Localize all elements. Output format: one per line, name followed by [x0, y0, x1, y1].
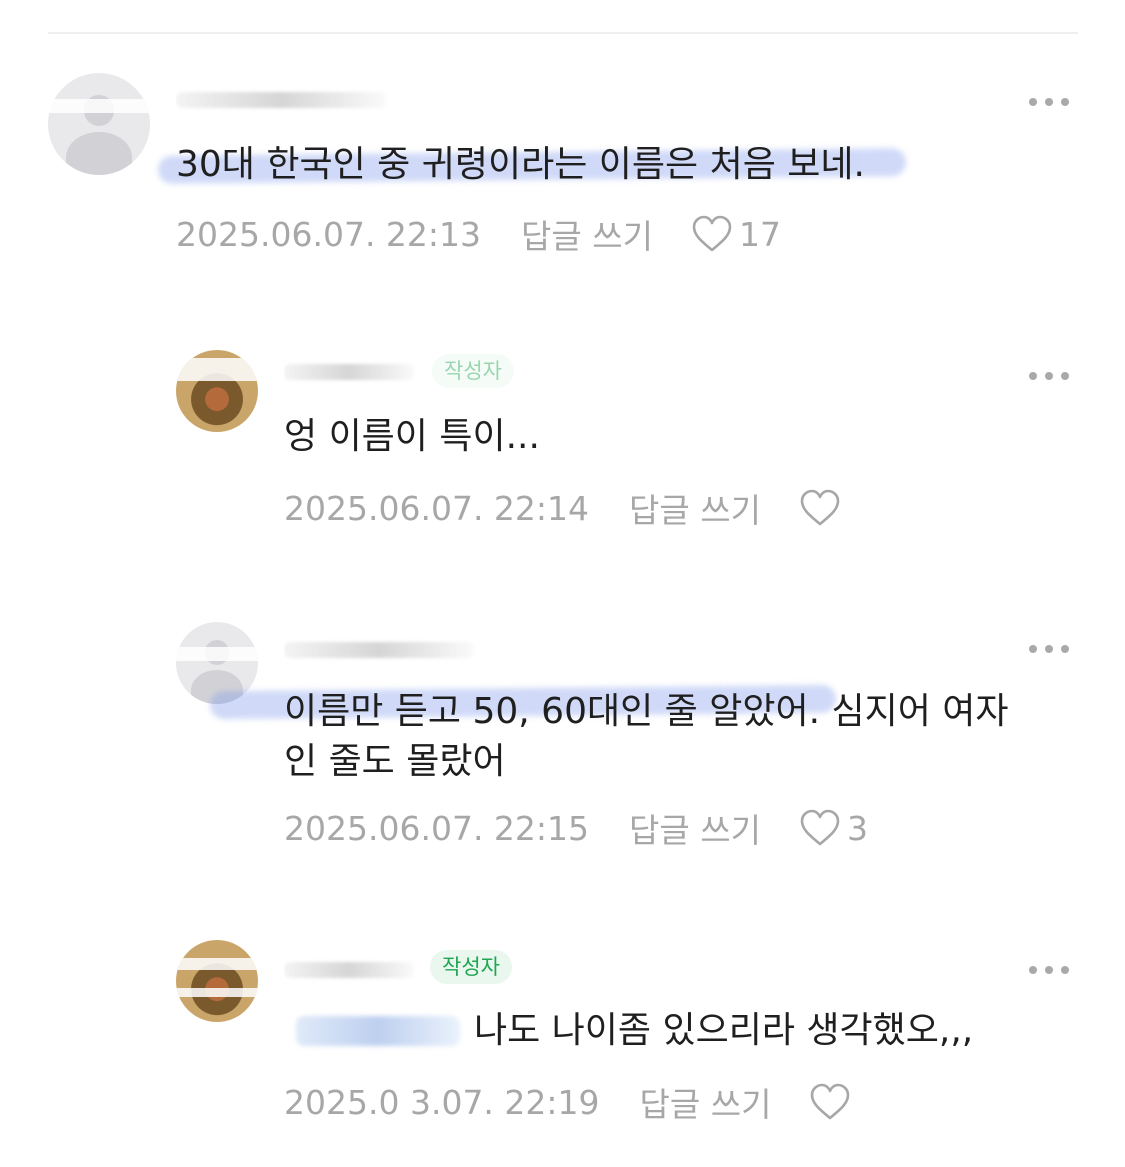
- reply-button[interactable]: 답글 쓰기: [629, 804, 761, 852]
- comment-text: 엉 이름이 특이...: [284, 416, 540, 457]
- mention-tag-redacted[interactable]: [296, 1016, 460, 1046]
- author-badge: 작성자: [430, 950, 512, 984]
- comment-text: 이름만 듣고 50, 60대인 줄 알았어. 심지어 여자: [284, 691, 1009, 732]
- like-count: 3: [846, 808, 868, 848]
- top-divider: [48, 32, 1078, 34]
- more-horizontal-icon[interactable]: [1029, 643, 1069, 655]
- comment-date: 2025.06.07. 22:14: [284, 488, 590, 528]
- comment-meta: 2025.06.07. 22:14 답글 쓰기: [284, 486, 847, 530]
- comment-date: 2025.0 3.07. 22:19: [284, 1082, 600, 1122]
- comment-meta: 2025.0 3.07. 22:19 답글 쓰기: [284, 1080, 857, 1124]
- reply-button[interactable]: 답글 쓰기: [521, 210, 653, 258]
- avatar[interactable]: [176, 940, 258, 1022]
- comment-date: 2025.06.07. 22:15: [284, 808, 590, 848]
- more-horizontal-icon[interactable]: [1029, 96, 1069, 108]
- like-count: 17: [738, 214, 781, 254]
- author-badge: 작성자: [432, 354, 514, 388]
- comment-date: 2025.06.07. 22:13: [176, 214, 482, 254]
- more-horizontal-icon[interactable]: [1029, 964, 1069, 976]
- reply-button[interactable]: 답글 쓰기: [629, 484, 761, 532]
- nickname-redacted[interactable]: [176, 84, 406, 114]
- avatar[interactable]: [176, 350, 258, 432]
- comment-text: 30대 한국인 중 귀령이라는 이름은 처음 보네.: [176, 144, 865, 185]
- heart-outline-icon[interactable]: [799, 489, 841, 527]
- heart-outline-icon[interactable]: [799, 809, 841, 847]
- avatar[interactable]: [48, 73, 150, 175]
- comment-meta: 2025.06.07. 22:15 답글 쓰기 3: [284, 804, 868, 852]
- heart-outline-icon[interactable]: [809, 1083, 851, 1121]
- nickname-redacted[interactable]: [284, 634, 514, 664]
- reply-button[interactable]: 답글 쓰기: [640, 1078, 772, 1126]
- comment-text: 나도 나이좀 있으리라 생각했오,,,: [474, 1010, 974, 1051]
- heart-outline-icon[interactable]: [691, 215, 733, 253]
- more-horizontal-icon[interactable]: [1029, 370, 1069, 382]
- comment-meta: 2025.06.07. 22:13 답글 쓰기 17: [176, 210, 781, 258]
- comment-text-line-2: 인 줄도 몰랐어: [284, 741, 506, 782]
